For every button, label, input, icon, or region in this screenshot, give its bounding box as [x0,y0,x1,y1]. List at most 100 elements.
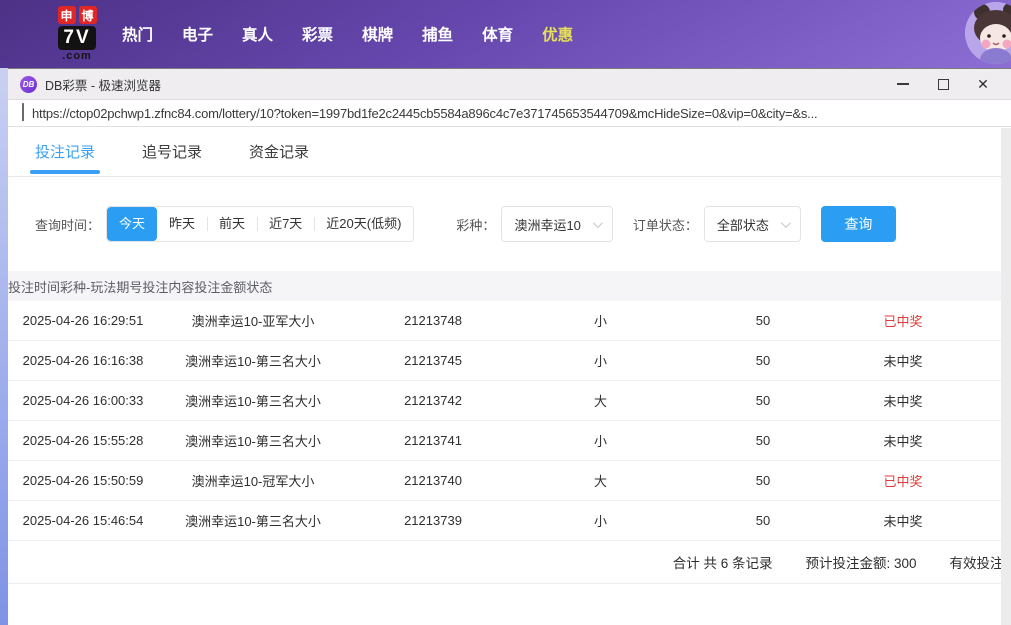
column-header: 状态 [246,279,273,295]
column-header: 投注时间 [8,279,61,295]
cell-bet-time: 2025-04-26 16:29:51 [22,313,144,328]
nav-item[interactable]: 捕鱼 [422,23,453,45]
tab-item[interactable]: 追号记录 [142,127,202,177]
cell-bet-content: 小 [593,434,607,449]
nav-item[interactable]: 棋牌 [362,23,393,45]
cell-game-play: 澳洲幸运10-第三名大小 [185,434,321,449]
time-range-option[interactable]: 昨天 [157,207,207,241]
table-body: 2025-04-26 16:29:51 澳洲幸运10-亚军大小 21213748… [8,301,1011,541]
bet-records-table: 投注时间 彩种-玩法 期号 投注内容 投注金额 状态 2025-04-26 16… [8,271,1011,584]
cell-game-play: 澳洲幸运10-冠军大小 [191,474,315,489]
nav-item[interactable]: 优惠 [542,23,573,45]
logo-badge-right: 博 [78,6,97,24]
cell-bet-content: 小 [593,314,607,329]
minimize-button[interactable] [883,71,923,97]
cell-bet-content: 大 [593,474,607,489]
page-content: 投注记录 追号记录 资金记录 查询时间： 今天 昨天 前天 近7天 近20天(低… [8,127,1011,624]
logo-badge-left: 申 [57,6,76,24]
record-tabs: 投注记录 追号记录 资金记录 [8,127,1011,177]
db-favicon: DB [20,75,37,93]
cell-game-play: 澳洲幸运10-第三名大小 [185,394,321,409]
desktop-background-strip [0,68,8,625]
cell-bet-time: 2025-04-26 16:16:38 [22,353,144,368]
cell-issue: 21213740 [404,473,462,488]
nav-item[interactable]: 电子 [182,23,213,45]
cell-issue: 21213739 [404,513,462,528]
cell-status: 已中奖 [883,314,923,329]
maximize-button[interactable] [923,71,963,97]
summary-total-records: 合计 共 6 条记录 [672,556,773,571]
column-header: 投注金额 [194,279,247,295]
cell-bet-time: 2025-04-26 16:00:33 [22,393,144,408]
browser-window: DB DB彩票 - 极速浏览器 ✕ https://ctop02pchwp1.z… [8,68,1011,625]
cell-status: 未中奖 [883,394,923,409]
cell-game-play: 澳洲幸运10-第三名大小 [185,514,321,529]
column-header: 期号 [116,279,143,295]
lottery-filter-label: 彩种： [456,217,496,233]
cell-bet-amount: 50 [755,473,771,488]
nav-item[interactable]: 彩票 [302,23,333,45]
table-row: 2025-04-26 16:29:51 澳洲幸运10-亚军大小 21213748… [8,301,1011,341]
main-nav: 热门 电子 真人 彩票 棋牌 捕鱼 体育 优惠 [122,23,573,45]
cell-bet-time: 2025-04-26 15:46:54 [22,513,144,528]
cell-status: 已中奖 [883,474,923,489]
summary-expected-amount: 预计投注金额: 300 [805,556,917,571]
order-status-value: 全部状态 [716,217,769,233]
site-logo[interactable]: 申 博 7V .com [46,6,108,62]
cell-issue: 21213748 [404,313,462,328]
window-title: DB彩票 - 极速浏览器 [45,78,161,93]
search-button[interactable]: 查询 [820,206,896,242]
cell-issue: 21213741 [404,433,462,448]
lottery-select-value: 澳洲幸运10 [514,217,581,233]
time-range-group: 今天 昨天 前天 近7天 近20天(低频) [106,206,415,242]
column-header: 投注内容 [142,279,195,295]
cell-game-play: 澳洲幸运10-亚军大小 [191,314,315,329]
table-row: 2025-04-26 15:46:54 澳洲幸运10-第三名大小 2121373… [8,501,1011,541]
minimize-icon [897,83,909,85]
column-header: 彩种-玩法 [60,279,117,295]
cell-bet-content: 小 [593,514,607,529]
table-row: 2025-04-26 16:16:38 澳洲幸运10-第三名大小 2121374… [8,341,1011,381]
cell-bet-amount: 50 [755,353,771,368]
close-icon: ✕ [977,76,989,92]
logo-domain: .com [62,50,92,62]
window-titlebar: DB DB彩票 - 极速浏览器 ✕ [8,68,1011,100]
time-range-option[interactable]: 近20天(低频) [314,207,413,241]
cell-bet-time: 2025-04-26 15:55:28 [22,433,144,448]
site-header: 申 博 7V .com 热门 电子 真人 彩票 棋牌 捕鱼 体育 优惠 [0,0,1011,68]
lottery-select[interactable]: 澳洲幸运10 [501,206,613,242]
cell-bet-amount: 50 [755,513,771,528]
cell-bet-amount: 50 [755,313,771,328]
time-range-option[interactable]: 近7天 [257,207,314,241]
cell-status: 未中奖 [883,514,923,529]
time-range-option[interactable]: 今天 [107,207,158,241]
filter-bar: 查询时间： 今天 昨天 前天 近7天 近20天(低频) 彩种： 澳洲幸运10 订… [35,206,1011,242]
nav-item[interactable]: 体育 [482,23,513,45]
cell-status: 未中奖 [883,354,923,369]
nav-item[interactable]: 热门 [122,23,153,45]
cell-issue: 21213742 [404,393,462,408]
close-button[interactable]: ✕ [963,71,1003,97]
logo-badges: 申 博 [57,6,97,24]
cell-bet-time: 2025-04-26 15:50:59 [22,473,144,488]
nav-item[interactable]: 真人 [242,23,273,45]
cell-game-play: 澳洲幸运10-第三名大小 [185,354,321,369]
table-row: 2025-04-26 15:55:28 澳洲幸运10-第三名大小 2121374… [8,421,1011,461]
table-summary: 合计 共 6 条记录 预计投注金额: 300 有效投注金 [8,541,1011,584]
address-bar[interactable]: https://ctop02pchwp1.zfnc84.com/lottery/… [8,100,1011,127]
tab-item[interactable]: 资金记录 [249,127,309,177]
time-range-option[interactable]: 前天 [207,207,257,241]
vertical-scrollbar[interactable] [1001,128,1011,625]
user-avatar[interactable] [965,2,1011,64]
table-row: 2025-04-26 15:50:59 澳洲幸运10-冠军大小 21213740… [8,461,1011,501]
chevron-down-icon [780,217,791,228]
cell-bet-amount: 50 [755,393,771,408]
order-status-select[interactable]: 全部状态 [703,206,801,242]
cell-status: 未中奖 [883,434,923,449]
time-filter-label: 查询时间： [35,217,101,233]
tab-item[interactable]: 投注记录 [29,127,101,177]
table-row: 2025-04-26 16:00:33 澳洲幸运10-第三名大小 2121374… [8,381,1011,421]
cell-issue: 21213745 [404,353,462,368]
avatar-illustration [965,2,1011,64]
table-header: 投注时间 彩种-玩法 期号 投注内容 投注金额 状态 [8,271,1011,301]
